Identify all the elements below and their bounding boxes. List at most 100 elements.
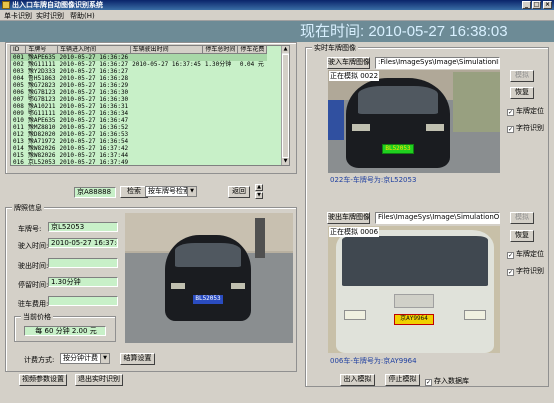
table-row[interactable]: 002 豫G11111 2010-05-27 16:36:27 2010-05-27 … — [11, 61, 267, 68]
table-cell — [130, 82, 203, 89]
table-cell: 鲁H51863 — [27, 75, 56, 82]
entry-path-field[interactable]: :Files\ImageSys\Image\SimulationIN\5t — [375, 57, 500, 69]
table-cell: 009 — [13, 110, 24, 117]
search-button[interactable]: 检索 — [120, 186, 148, 198]
table-cell: 鄂G7B123 — [27, 96, 56, 103]
column-header[interactable]: 车辆进入时间 — [57, 46, 131, 54]
table-row[interactable]: 009 鄂G11111 2010-05-27 16:36:34 — [11, 110, 267, 117]
table-cell — [130, 124, 203, 131]
table-row[interactable]: 001 豫APE635 2010-05-27 16:36:26 — [11, 53, 267, 61]
menu-help[interactable]: 帮助(H) — [70, 11, 95, 21]
checkbox-checked-icon: ✓ — [507, 252, 514, 259]
exit-time-field — [48, 258, 118, 268]
records-table[interactable]: ID 车牌号 车辆进入时间 车辆驶出时间 停车总时间 停车花费 001 豫APE635 201… — [10, 45, 290, 166]
spin-up-icon[interactable]: ▲ — [255, 184, 263, 191]
table-cell: 011 — [13, 124, 24, 131]
table-cell: 2010-05-27 16:37:49 — [59, 159, 129, 166]
billing-settings-button[interactable]: 结算设置 — [120, 353, 155, 365]
table-cell — [130, 68, 203, 75]
entry-locate-checkbox[interactable]: ✓ 车牌定位 — [507, 106, 544, 116]
exit-image-button[interactable]: 驶出车牌图像 — [327, 212, 370, 224]
maximize-icon[interactable]: □ — [532, 1, 541, 9]
entry-recognize-label: 字符识别 — [516, 124, 544, 132]
headlight — [171, 283, 185, 289]
headlight — [352, 124, 370, 131]
table-cell — [130, 89, 203, 96]
scroll-down-icon[interactable]: ▼ — [282, 158, 289, 165]
entry-recognize-checkbox[interactable]: ✓ 字符识别 — [507, 123, 544, 133]
entry-simulate-button[interactable]: 模拟 — [510, 70, 534, 82]
exit-locate-checkbox[interactable]: ✓ 车牌定位 — [507, 249, 544, 259]
exit-path-field[interactable]: Files\ImageSys\Image\SimulationOUT\5t — [375, 212, 500, 224]
table-row[interactable]: 011 豫MZ8810 2010-05-27 16:36:52 — [11, 124, 267, 131]
column-header[interactable]: 停车花费 — [237, 46, 268, 54]
table-cell — [238, 103, 267, 110]
table-row[interactable]: 004 鲁H51863 2010-05-27 16:36:28 — [11, 75, 267, 82]
store-db-checkbox[interactable]: ✓ 存入数据库 — [425, 376, 469, 386]
table-cell — [203, 68, 238, 75]
table-cell — [203, 159, 238, 165]
scroll-up-icon[interactable]: ▲ — [282, 46, 289, 53]
table-row[interactable]: 008 豫A10211 2010-05-27 16:36:31 — [11, 103, 267, 110]
exit-sim-status: 正在模拟 0006 — [329, 227, 380, 237]
table-row[interactable]: 013 豫A71972 2010-05-27 16:36:54 — [11, 138, 267, 145]
plate-field: 京L52053 — [48, 222, 118, 232]
table-row[interactable]: 005 豫G72823 2010-05-27 16:36:29 — [11, 82, 267, 89]
exit-realtime-button[interactable]: 退出实时识别 — [75, 374, 123, 386]
entry-locate-label: 车牌定位 — [516, 107, 544, 115]
table-cell — [238, 96, 267, 103]
table-scrollbar[interactable]: ▲ ▼ — [281, 46, 289, 165]
column-header[interactable]: 车辆驶出时间 — [130, 46, 204, 54]
entry-image-button[interactable]: 驶入车牌图像 — [327, 57, 370, 69]
table-cell: 008 — [13, 103, 24, 110]
menu-realtime-recognition[interactable]: 实时识别 — [36, 11, 64, 21]
exit-recognize-checkbox[interactable]: ✓ 字符识别 — [507, 266, 544, 276]
table-cell — [203, 75, 238, 82]
table-cell — [238, 145, 267, 152]
table-cell: 1.30分钟 — [204, 61, 232, 68]
minimize-icon[interactable]: _ — [522, 1, 531, 9]
table-row[interactable]: 006 豫G7B123 2010-05-27 16:36:30 — [11, 89, 267, 96]
video-settings-button[interactable]: 视频参数设置 — [19, 374, 67, 386]
window-title: 出入口车牌自动图像识别系统 — [12, 1, 103, 9]
search-mode-select[interactable]: 按车牌号检索 ▼ — [145, 186, 197, 197]
billing-mode-select[interactable]: 按分钟计费 ▼ — [60, 353, 110, 364]
table-cell — [203, 131, 238, 138]
table-row[interactable]: 016 京L52053 2010-05-27 16:37:49 — [11, 159, 267, 166]
table-cell — [238, 138, 267, 145]
spin-down-icon[interactable]: ▼ — [255, 192, 263, 199]
in-out-simulate-button[interactable]: 出入模拟 — [340, 374, 375, 386]
table-cell: 015 — [13, 152, 24, 159]
stop-simulate-button[interactable]: 停止模拟 — [385, 374, 420, 386]
back-button[interactable]: 返回 — [228, 186, 250, 198]
table-cell — [238, 75, 267, 82]
column-header[interactable]: ID — [11, 46, 27, 54]
table-row[interactable]: 003 豫Y2D333 2010-05-27 16:36:27 — [11, 68, 267, 75]
white-bus: 京AY9964 — [336, 230, 494, 353]
table-row[interactable]: 014 豫W82026 2010-05-27 16:37:42 — [11, 145, 267, 152]
table-row[interactable]: 012 豫D82020 2010-05-27 16:36:53 — [11, 131, 267, 138]
column-header[interactable]: 停车总时间 — [202, 46, 239, 54]
table-cell — [203, 82, 238, 89]
chevron-down-icon: ▼ — [187, 187, 196, 196]
search-input[interactable]: 京A88888 — [74, 187, 116, 198]
column-header[interactable]: 车牌号 — [25, 46, 59, 54]
exit-caption: 006车-车牌号为:京AY9964 — [330, 357, 417, 365]
table-cell — [238, 131, 267, 138]
table-cell — [130, 103, 203, 110]
checkbox-checked-icon: ✓ — [507, 269, 514, 276]
headlight — [344, 310, 366, 320]
exit-restore-button[interactable]: 恢复 — [510, 230, 534, 242]
fee-field — [48, 296, 118, 306]
menu-card-recognition[interactable]: 单卡识别 — [4, 11, 32, 21]
entry-restore-button[interactable]: 恢复 — [510, 87, 534, 99]
detected-plate-entry: BL52053 — [382, 144, 414, 154]
table-row[interactable]: 010 豫APE635 2010-05-27 16:36:47 — [11, 117, 267, 124]
table-row[interactable]: 015 豫W82026 2010-05-27 16:37:44 — [11, 152, 267, 159]
table-cell: 013 — [13, 138, 24, 145]
scroll-thumb[interactable] — [282, 54, 289, 158]
exit-simulate-button[interactable]: 模拟 — [510, 212, 534, 224]
black-car: BL52053 — [165, 235, 251, 321]
table-row[interactable]: 007 鄂G7B123 2010-05-27 16:36:30 — [11, 96, 267, 103]
close-icon[interactable]: × — [543, 1, 552, 9]
